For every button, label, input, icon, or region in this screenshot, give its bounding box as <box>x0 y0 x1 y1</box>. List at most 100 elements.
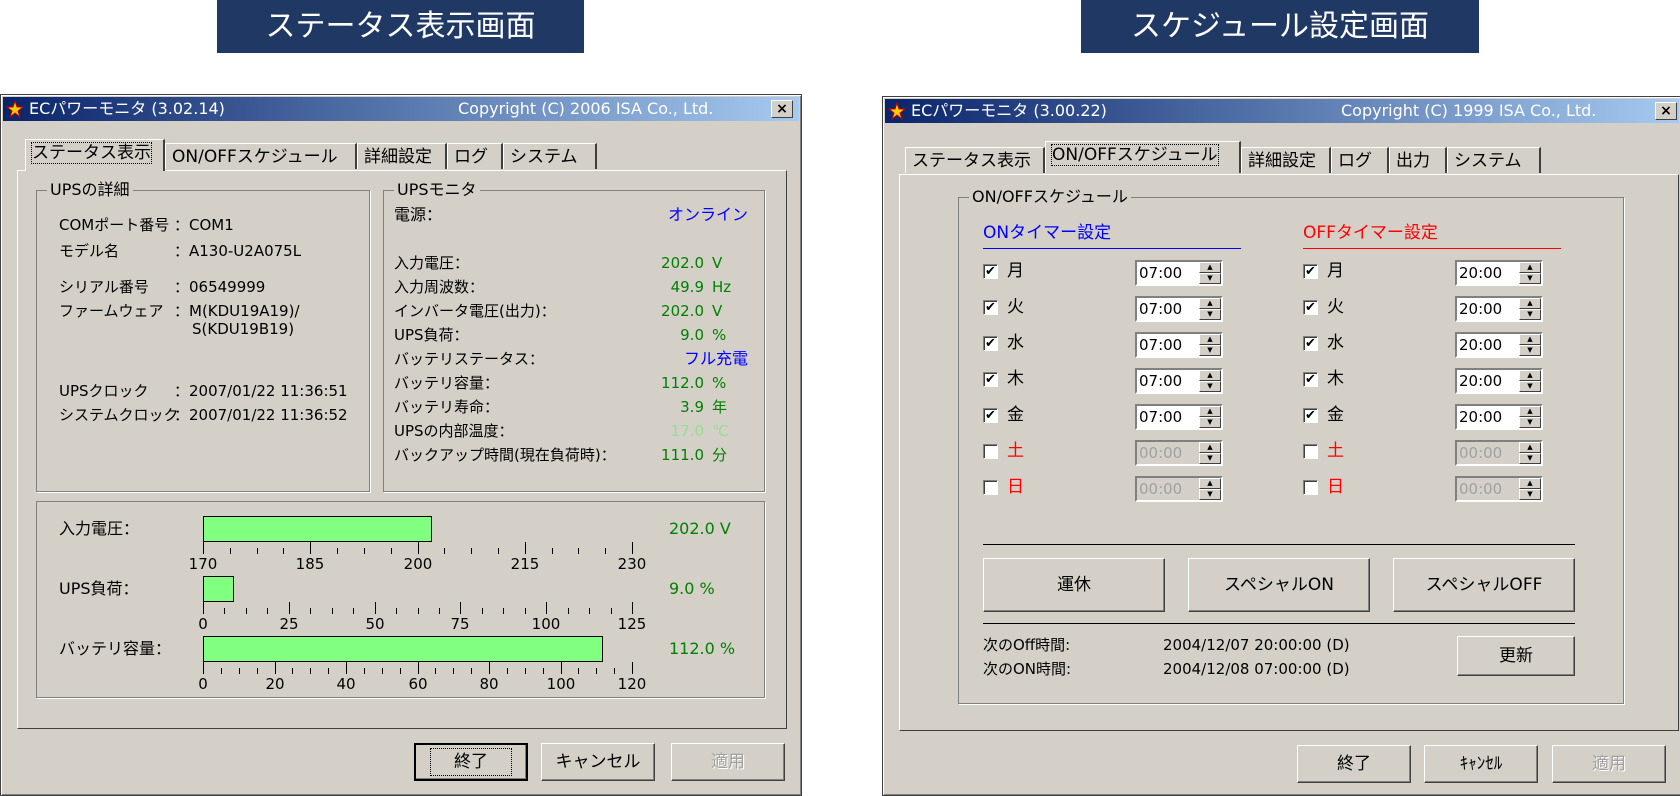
on-time-spinner[interactable]: 07:00 ▲ ▼ <box>1135 332 1223 358</box>
on-day-checkbox[interactable]: ✔ <box>983 300 998 315</box>
off-day-checkbox[interactable]: ✔ <box>1303 372 1318 387</box>
off-day-checkbox[interactable]: ✔ <box>1303 336 1318 351</box>
tab-log[interactable]: ログ <box>447 143 503 169</box>
spin-down-icon[interactable]: ▼ <box>1199 273 1221 284</box>
spin-up-icon[interactable]: ▲ <box>1519 334 1541 345</box>
off-time-spinner[interactable]: 20:00 ▲ ▼ <box>1455 332 1543 358</box>
spin-down-icon[interactable]: ▼ <box>1519 345 1541 356</box>
spin-arrows: ▲ ▼ <box>1519 370 1541 392</box>
on-day-checkbox[interactable]: ✔ <box>983 372 998 387</box>
spin-down-icon[interactable]: ▼ <box>1519 453 1541 464</box>
spin-down-icon[interactable]: ▼ <box>1519 381 1541 392</box>
spin-up-icon[interactable]: ▲ <box>1199 262 1221 273</box>
spin-down-icon[interactable]: ▼ <box>1199 417 1221 428</box>
minor-tick <box>283 548 284 554</box>
title-bar[interactable]: ECパワーモニタ (3.02.14) Copyright (C) 2006 IS… <box>3 97 799 121</box>
spin-up-icon[interactable]: ▲ <box>1199 406 1221 417</box>
exit-button[interactable]: 終了 <box>414 743 528 781</box>
on-day-checkbox[interactable] <box>983 444 998 459</box>
on-day-checkbox[interactable]: ✔ <box>983 408 998 423</box>
on-time-spinner[interactable]: 00:00 ▲ ▼ <box>1135 476 1223 502</box>
spin-down-icon[interactable]: ▼ <box>1519 309 1541 320</box>
spin-down-icon[interactable]: ▼ <box>1199 453 1221 464</box>
spin-up-icon[interactable]: ▲ <box>1519 262 1541 273</box>
tab-output[interactable]: 出力 <box>1389 147 1447 173</box>
major-tick <box>632 662 633 674</box>
close-button[interactable]: × <box>771 100 793 118</box>
spin-down-icon[interactable]: ▼ <box>1199 345 1221 356</box>
tab-log[interactable]: ログ <box>1331 147 1389 173</box>
tick-label: 20 <box>265 675 285 693</box>
spin-down-icon[interactable]: ▼ <box>1199 309 1221 320</box>
on-time-spinner[interactable]: 07:00 ▲ ▼ <box>1135 260 1223 286</box>
tab-system[interactable]: システム <box>1447 147 1541 173</box>
tab-advanced[interactable]: 詳細設定 <box>1241 147 1331 173</box>
special-off-button[interactable]: スペシャルOFF <box>1393 558 1575 612</box>
on-time-spinner[interactable]: 00:00 ▲ ▼ <box>1135 440 1223 466</box>
tab-system[interactable]: システム <box>503 143 597 169</box>
exit-button[interactable]: 終了 <box>1297 745 1411 783</box>
minor-tick <box>257 668 258 674</box>
off-day-checkbox[interactable]: ✔ <box>1303 264 1318 279</box>
cancel-button[interactable]: キャンセル <box>541 743 655 781</box>
spin-up-icon[interactable]: ▲ <box>1519 298 1541 309</box>
off-time-spinner[interactable]: 20:00 ▲ ▼ <box>1455 368 1543 394</box>
on-time-spinner[interactable]: 07:00 ▲ ▼ <box>1135 368 1223 394</box>
schedule-group: ON/OFFスケジュール ONタイマー設定 OFFタイマー設定 ✔ 月 07:00 ▲… <box>958 187 1624 704</box>
off-day-checkbox[interactable] <box>1303 444 1318 459</box>
on-day-checkbox[interactable]: ✔ <box>983 336 998 351</box>
minor-tick <box>552 548 553 554</box>
spin-up-icon[interactable]: ▲ <box>1519 442 1541 453</box>
close-button[interactable]: × <box>1655 102 1677 120</box>
off-time-spinner[interactable]: 20:00 ▲ ▼ <box>1455 404 1543 430</box>
off-time-spinner[interactable]: 00:00 ▲ ▼ <box>1455 440 1543 466</box>
off-day-checkbox[interactable]: ✔ <box>1303 408 1318 423</box>
on-day-checkbox[interactable]: ✔ <box>983 264 998 279</box>
ups-details-group: UPSの詳細 COMポート番号 ：COM1 モデル名 ：A130-U2A075L… <box>36 180 370 492</box>
spin-up-icon[interactable]: ▲ <box>1519 478 1541 489</box>
day-label: 日 <box>1007 477 1024 497</box>
off-time-spinner[interactable]: 20:00 ▲ ▼ <box>1455 260 1543 286</box>
refresh-button[interactable]: 更新 <box>1457 636 1575 676</box>
title-bar[interactable]: ECパワーモニタ (3.00.22) Copyright (C) 1999 IS… <box>885 99 1679 123</box>
cancel-button[interactable]: ｷｬﾝｾﾙ <box>1424 745 1538 783</box>
time-value: 20:00 <box>1459 264 1503 282</box>
tab-schedule[interactable]: ON/OFFスケジュール <box>165 143 357 169</box>
spin-down-icon[interactable]: ▼ <box>1519 417 1541 428</box>
spin-down-icon[interactable]: ▼ <box>1199 381 1221 392</box>
spin-up-icon[interactable]: ▲ <box>1199 334 1221 345</box>
major-tick <box>375 602 376 614</box>
tab-schedule[interactable]: ON/OFFスケジュール <box>1045 141 1241 173</box>
spin-up-icon[interactable]: ▲ <box>1199 478 1221 489</box>
special-on-button[interactable]: スペシャルON <box>1188 558 1370 612</box>
apply-button[interactable]: 適用 <box>1552 745 1666 783</box>
off-day-checkbox[interactable]: ✔ <box>1303 300 1318 315</box>
spin-up-icon[interactable]: ▲ <box>1519 370 1541 381</box>
on-time-spinner[interactable]: 07:00 ▲ ▼ <box>1135 404 1223 430</box>
on-time-spinner[interactable]: 07:00 ▲ ▼ <box>1135 296 1223 322</box>
spin-arrows: ▲ ▼ <box>1519 406 1541 428</box>
spin-up-icon[interactable]: ▲ <box>1199 442 1221 453</box>
spin-down-icon[interactable]: ▼ <box>1519 273 1541 284</box>
tick-label: 75 <box>450 615 470 633</box>
apply-button[interactable]: 適用 <box>671 743 785 781</box>
meter-bar <box>203 636 603 662</box>
rest-button[interactable]: 運休 <box>983 558 1165 612</box>
spin-up-icon[interactable]: ▲ <box>1519 406 1541 417</box>
off-time-spinner[interactable]: 00:00 ▲ ▼ <box>1455 476 1543 502</box>
input-voltage-unit: V <box>712 254 723 272</box>
major-tick <box>632 542 633 554</box>
off-time-spinner[interactable]: 20:00 ▲ ▼ <box>1455 296 1543 322</box>
spin-down-icon[interactable]: ▼ <box>1199 489 1221 500</box>
time-value: 20:00 <box>1459 336 1503 354</box>
spin-up-icon[interactable]: ▲ <box>1199 298 1221 309</box>
tab-status[interactable]: ステータス表示 <box>25 139 165 171</box>
tab-status[interactable]: ステータス表示 <box>905 147 1045 173</box>
tab-advanced[interactable]: 詳細設定 <box>357 143 447 169</box>
tab-panel: ON/OFFスケジュール ONタイマー設定 OFFタイマー設定 ✔ 月 07:00 ▲… <box>899 174 1679 731</box>
spin-up-icon[interactable]: ▲ <box>1199 370 1221 381</box>
spin-down-icon[interactable]: ▼ <box>1519 489 1541 500</box>
on-day-checkbox[interactable] <box>983 480 998 495</box>
off-day-checkbox[interactable] <box>1303 480 1318 495</box>
day-label: 木 <box>1327 369 1344 389</box>
